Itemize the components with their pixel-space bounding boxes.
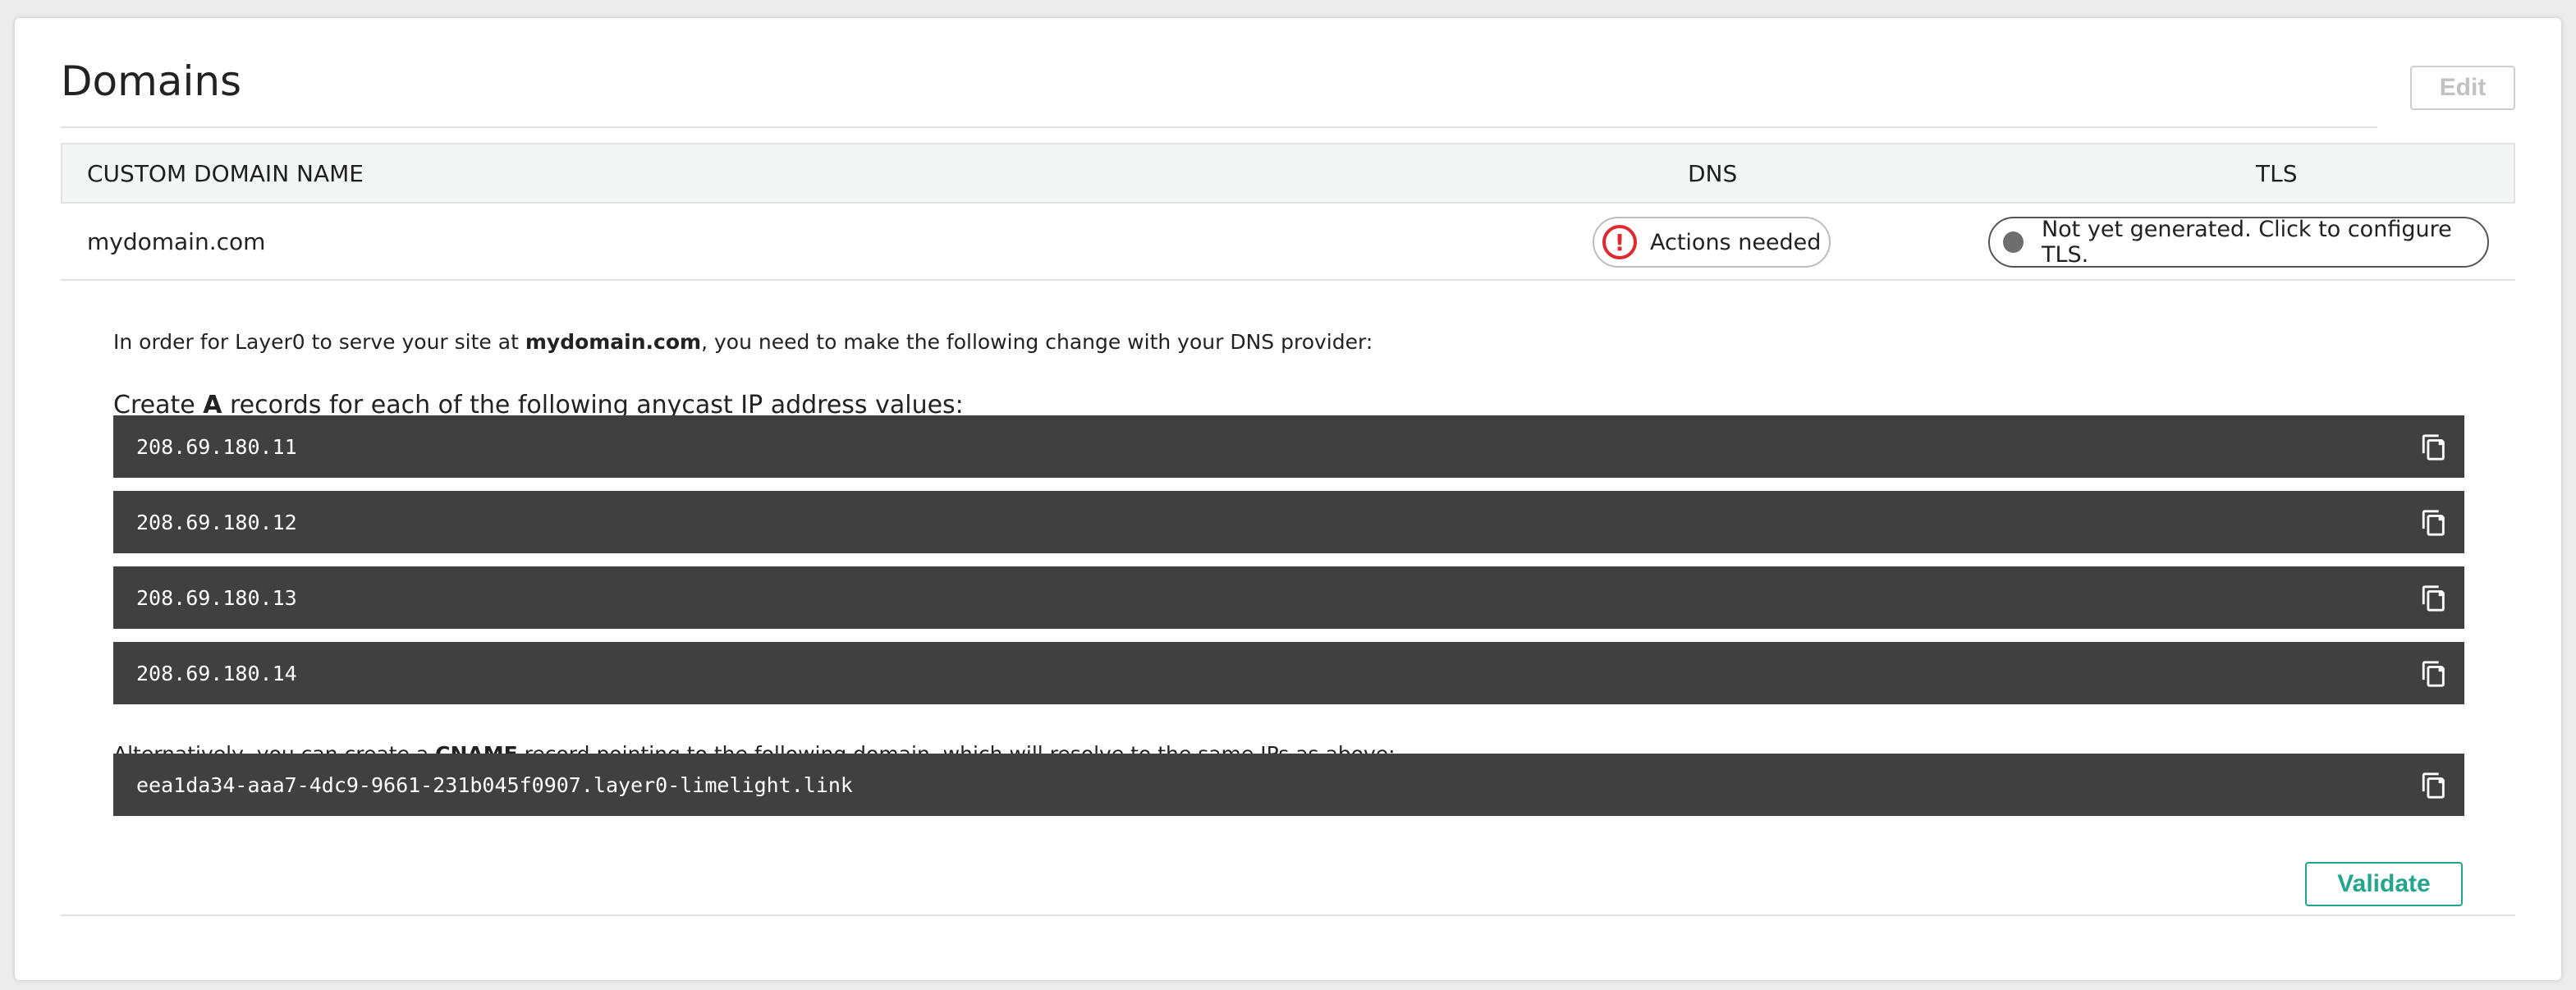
edit-button[interactable]: Edit bbox=[2410, 66, 2515, 110]
bottom-divider bbox=[61, 914, 2515, 916]
cname-value: eea1da34-aaa7-4dc9-9661-231b045f0907.lay… bbox=[136, 772, 853, 797]
copy-icon[interactable] bbox=[2420, 584, 2448, 612]
column-header-dns: DNS bbox=[1688, 159, 1738, 187]
copy-icon[interactable] bbox=[2420, 509, 2448, 537]
column-header-domain: CUSTOM DOMAIN NAME bbox=[87, 159, 364, 187]
ip-value: 208.69.180.13 bbox=[136, 585, 297, 610]
domain-name: mydomain.com bbox=[87, 228, 266, 255]
ip-record-box: 208.69.180.13 bbox=[113, 566, 2464, 629]
intro-suffix: , you need to make the following change … bbox=[701, 330, 1373, 354]
cname-record-box: eea1da34-aaa7-4dc9-9661-231b045f0907.lay… bbox=[113, 754, 2464, 816]
tls-status-badge[interactable]: Not yet generated. Click to configure TL… bbox=[1988, 217, 2489, 268]
ip-value: 208.69.180.11 bbox=[136, 434, 297, 459]
dns-status-label: Actions needed bbox=[1650, 229, 1822, 255]
copy-icon[interactable] bbox=[2420, 660, 2448, 688]
domains-card: Domains Edit CUSTOM DOMAIN NAME DNS TLS … bbox=[15, 18, 2561, 980]
ip-record-box: 208.69.180.11 bbox=[113, 415, 2464, 478]
copy-icon[interactable] bbox=[2420, 433, 2448, 461]
ip-value: 208.69.180.14 bbox=[136, 661, 297, 685]
copy-icon[interactable] bbox=[2420, 772, 2448, 800]
column-header-tls: TLS bbox=[2256, 159, 2298, 187]
table-row: mydomain.com ! Actions needed Not yet ge… bbox=[61, 204, 2515, 281]
page-title: Domains bbox=[61, 57, 242, 105]
table-header: CUSTOM DOMAIN NAME DNS TLS bbox=[61, 143, 2515, 204]
title-divider bbox=[61, 126, 2377, 128]
ip-record-box: 208.69.180.12 bbox=[113, 491, 2464, 553]
intro-domain: mydomain.com bbox=[525, 330, 702, 354]
intro-prefix: In order for Layer0 to serve your site a… bbox=[113, 330, 525, 354]
ip-record-box: 208.69.180.14 bbox=[113, 642, 2464, 704]
dns-intro-text: In order for Layer0 to serve your site a… bbox=[113, 330, 1373, 354]
dns-status-badge[interactable]: ! Actions needed bbox=[1593, 217, 1831, 268]
validate-button[interactable]: Validate bbox=[2305, 862, 2463, 906]
exclamation-circle-icon: ! bbox=[1602, 225, 1637, 259]
ip-value: 208.69.180.12 bbox=[136, 510, 297, 534]
tls-status-label: Not yet generated. Click to configure TL… bbox=[2041, 217, 2452, 268]
grey-dot-icon bbox=[2003, 231, 2024, 253]
